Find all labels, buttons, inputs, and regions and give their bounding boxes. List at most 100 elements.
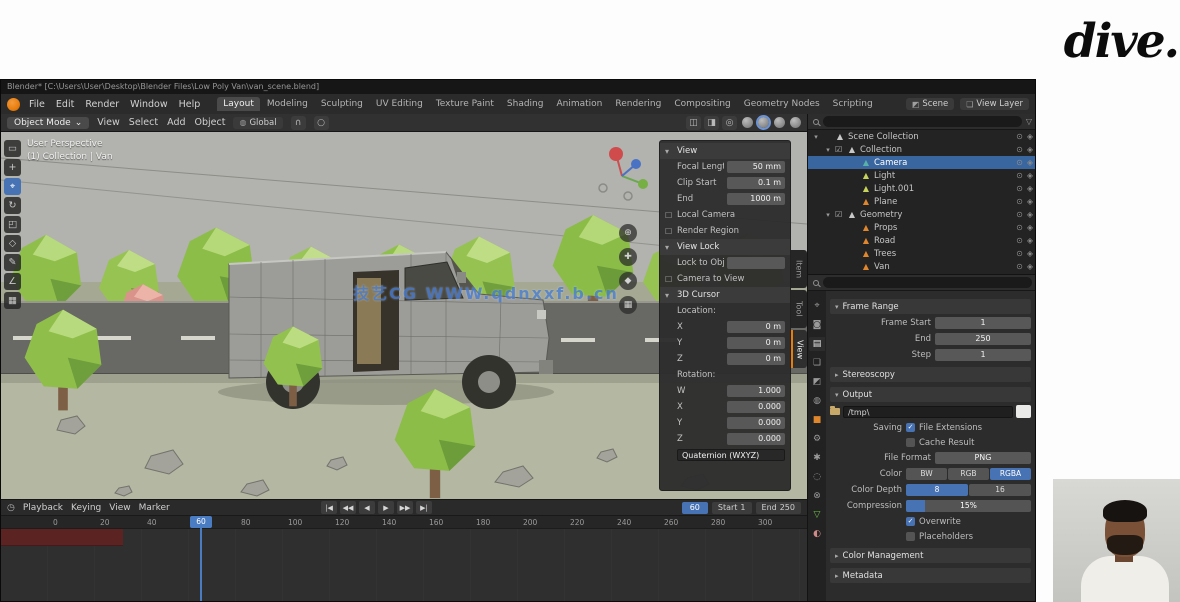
hide-eye-icon[interactable]: ⊙ [1016,223,1023,232]
overlay-toggle-icon[interactable]: ◎ [722,116,737,130]
hide-eye-icon[interactable]: ⊙ [1016,249,1023,258]
editor-type-icon[interactable]: ◷ [7,503,15,513]
workspace-tab[interactable]: Layout [217,97,260,111]
section-metadata[interactable]: ▸Metadata [830,568,1031,583]
topbar-menu[interactable]: Help [174,97,206,112]
value-field[interactable]: 1 [935,349,1031,361]
n-panel-tab[interactable]: Item [791,250,807,288]
hide-eye-icon[interactable]: ⊙ [1016,132,1023,141]
n-panel-row[interactable]: ☐ Render Region [660,223,790,239]
view-layer-selector[interactable]: ❏ View Layer [960,98,1029,110]
timeline-menu[interactable]: Keying [71,503,101,513]
n-panel-row[interactable]: W 1.000 [660,383,790,399]
outliner-row[interactable]: ▲ Light.001 ⊙ ◈ [808,182,1036,195]
disable-render-icon[interactable]: ◈ [1027,249,1033,258]
disable-render-icon[interactable]: ◈ [1027,158,1033,167]
viewport-nav-icon[interactable]: ◆ [619,272,637,290]
outliner-row[interactable]: ▲ Props ⊙ ◈ [808,221,1036,234]
workspace-tab[interactable]: Scripting [827,97,879,111]
viewport-menu[interactable]: Select [129,117,158,128]
value-field[interactable] [727,257,785,269]
disable-render-icon[interactable]: ◈ [1027,236,1033,245]
depth-16-button[interactable]: 16 [969,484,1031,496]
properties-tab[interactable]: ◐ [809,527,825,541]
frame-end-field[interactable]: End250 [756,502,801,514]
value-field[interactable]: Quaternion (WXYZ) [677,449,785,461]
value-field[interactable]: 250 [935,333,1031,345]
disable-render-icon[interactable]: ◈ [1027,145,1033,154]
n-panel-row[interactable]: Clip Start 0.1 m [660,175,790,191]
topbar-menu[interactable]: File [24,97,50,112]
overlay-toggle-icon[interactable]: ◨ [704,116,719,130]
n-panel-row[interactable]: Location: [660,303,790,319]
properties-tab[interactable]: ⌖ [809,299,825,313]
compression-slider[interactable]: 15% [906,500,1031,512]
properties-tab[interactable]: ❏ [809,356,825,370]
shading-wireframe-icon[interactable] [742,117,753,128]
hide-eye-icon[interactable]: ⊙ [1016,145,1023,154]
proportional-edit-icon[interactable]: ○ [314,116,329,130]
outliner-row[interactable]: ▾ ☑ ▲ Collection ⊙ ◈ [808,143,1036,156]
topbar-menu[interactable]: Render [80,97,124,112]
workspace-tab[interactable]: Modeling [261,97,314,111]
disable-render-icon[interactable]: ◈ [1027,223,1033,232]
n-panel-row[interactable]: X 0 m [660,319,790,335]
value-field[interactable]: 0.1 m [727,177,785,189]
overlay-toggle-icon[interactable]: ◫ [686,116,701,130]
value-field[interactable]: 0 m [727,353,785,365]
topbar-menu[interactable]: Window [125,97,172,112]
snap-magnet-icon[interactable]: ∩ [291,116,306,130]
properties-tab[interactable]: ✱ [809,451,825,465]
shading-solid-icon[interactable] [758,117,769,128]
transport-button[interactable]: ▶ [378,501,394,514]
viewport-menu[interactable]: Object [195,117,226,128]
workspace-tab[interactable]: Texture Paint [430,97,500,111]
color-rgba-button[interactable]: RGBA [990,468,1031,480]
toolbar-tool[interactable]: ▭ [4,140,21,157]
disable-render-icon[interactable]: ◈ [1027,197,1033,206]
outliner-row[interactable]: ▾ ☑ ▲ Geometry ⊙ ◈ [808,208,1036,221]
value-field[interactable]: 50 mm [727,161,785,173]
disable-render-icon[interactable]: ◈ [1027,132,1033,141]
workspace-tab[interactable]: Compositing [668,97,736,111]
hide-eye-icon[interactable]: ⊙ [1016,262,1023,271]
transport-button[interactable]: ◀◀ [340,501,356,514]
properties-search-input[interactable] [823,277,1032,288]
n-panel-row[interactable]: Rotation: [660,367,790,383]
section-output[interactable]: ▾Output [830,387,1031,402]
disable-render-icon[interactable]: ◈ [1027,210,1033,219]
properties-tab[interactable]: ◩ [809,375,825,389]
value-field[interactable]: 1.000 [727,385,785,397]
color-bw-button[interactable]: BW [906,468,947,480]
workspace-tab[interactable]: Geometry Nodes [738,97,826,111]
value-field[interactable]: 0.000 [727,433,785,445]
outliner-row[interactable]: ▲ Camera ⊙ ◈ [808,156,1036,169]
toolbar-tool[interactable]: + [4,159,21,176]
cache-result-checkbox[interactable] [906,438,915,447]
timeline-track-area[interactable] [1,529,807,602]
value-field[interactable]: 0.000 [727,401,785,413]
overwrite-checkbox[interactable]: ✓ [906,517,915,526]
hide-eye-icon[interactable]: ⊙ [1016,158,1023,167]
transform-orientation[interactable]: ◍ Global [233,117,282,129]
viewport-menu[interactable]: Add [167,117,185,128]
outliner-row[interactable]: ▾ ▲ Scene Collection ⊙ ◈ [808,130,1036,143]
frame-start-field[interactable]: Start1 [712,502,752,514]
outliner-row[interactable]: ▲ Light ⊙ ◈ [808,169,1036,182]
timeline-menu[interactable]: Playback [23,503,63,513]
section-stereoscopy[interactable]: ▸Stereoscopy [830,367,1031,382]
properties-tab[interactable]: ■ [809,413,825,427]
value-field[interactable]: 1000 m [727,193,785,205]
outliner-row[interactable]: ▲ Trees ⊙ ◈ [808,247,1036,260]
mode-dropdown[interactable]: Object Mode⌄ [7,117,89,129]
scene-selector[interactable]: ◩ Scene [906,98,954,110]
transport-button[interactable]: |◀ [321,501,337,514]
toolbar-tool[interactable]: ⌖ [4,178,21,195]
shading-material-icon[interactable] [774,117,785,128]
properties-tab[interactable]: ▽ [809,508,825,522]
n-panel-row[interactable]: Y 0.000 [660,415,790,431]
transport-button[interactable]: ◀ [359,501,375,514]
workspace-tab[interactable]: Animation [550,97,608,111]
depth-8-button[interactable]: 8 [906,484,968,496]
n-panel-row[interactable]: ▾ View Lock [660,239,790,255]
